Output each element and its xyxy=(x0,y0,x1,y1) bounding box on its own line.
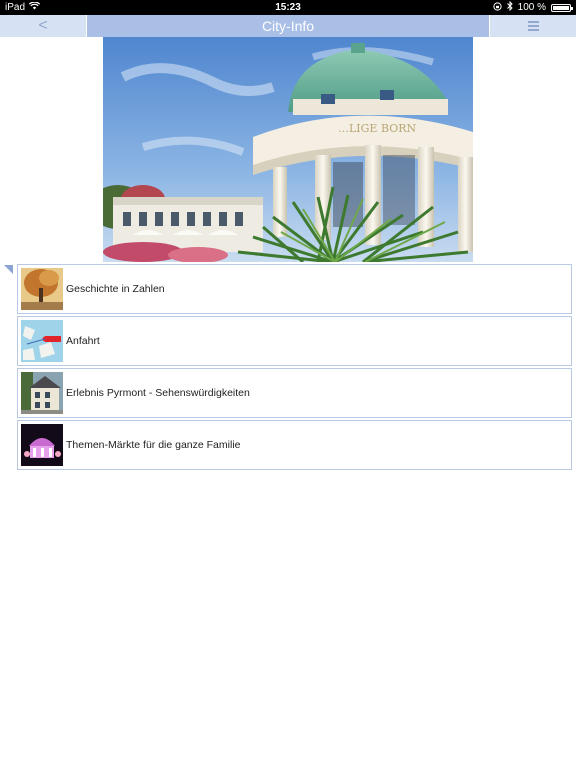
list-item-label: Anfahrt xyxy=(66,335,100,347)
battery-icon xyxy=(551,3,573,12)
info-list: Geschichte in Zahlen Anfahrt Erlebnis Py… xyxy=(17,264,572,472)
page-title: City-Info xyxy=(87,15,489,37)
corner-marker xyxy=(4,265,13,274)
back-button[interactable]: < xyxy=(0,15,86,37)
list-item-label: Erlebnis Pyrmont - Sehenswürdigkeiten xyxy=(66,387,250,399)
pavilion-sign-text: …LIGE BORN xyxy=(338,122,417,135)
list-item-history[interactable]: Geschichte in Zahlen xyxy=(17,264,572,314)
bluetooth-icon xyxy=(506,0,513,14)
menu-button[interactable] xyxy=(490,15,576,37)
hamburger-menu-icon xyxy=(527,21,539,31)
status-bar: iPad 15:23 100 % xyxy=(0,0,576,15)
sights-thumbnail xyxy=(21,372,63,414)
list-item-label: Themen-Märkte für die ganze Familie xyxy=(66,439,241,451)
navigation-bar: < City-Info xyxy=(0,15,576,37)
markets-thumbnail xyxy=(21,424,63,466)
battery-percent: 100 % xyxy=(517,2,546,13)
orientation-lock-icon xyxy=(493,1,502,14)
list-item-markets[interactable]: Themen-Märkte für die ganze Familie xyxy=(17,420,572,470)
status-right: 100 % xyxy=(493,0,573,14)
list-item-label: Geschichte in Zahlen xyxy=(66,283,165,295)
history-thumbnail xyxy=(21,268,63,310)
back-chevron-icon: < xyxy=(38,17,48,34)
list-item-directions[interactable]: Anfahrt xyxy=(17,316,572,366)
hero-image: …LIGE BORN xyxy=(103,37,473,262)
status-time: 15:23 xyxy=(275,2,301,13)
map-thumbnail xyxy=(21,320,63,362)
list-item-sights[interactable]: Erlebnis Pyrmont - Sehenswürdigkeiten xyxy=(17,368,572,418)
